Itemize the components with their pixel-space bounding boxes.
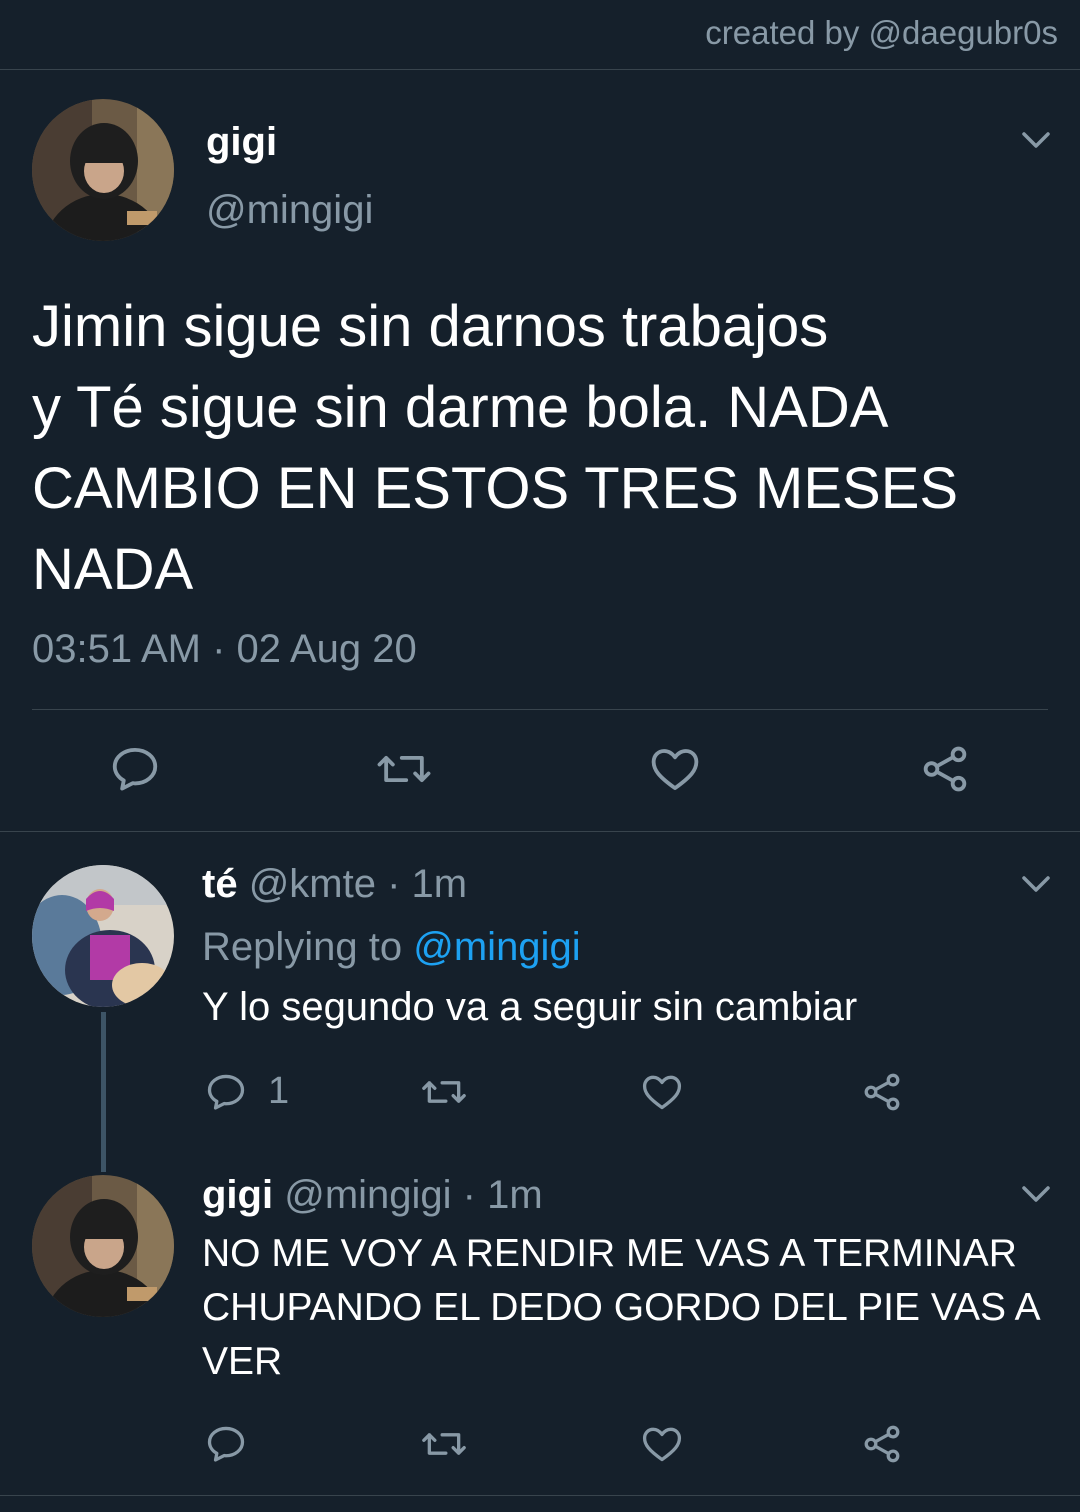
reply1-reply-count: 1 [268, 1070, 290, 1112]
reply1-replying-to: Replying to @mingigi [202, 925, 581, 970]
reply2-handle-time[interactable]: @mingigi · 1m [284, 1173, 542, 1217]
tweet-text-line: VER [202, 1340, 283, 1383]
reply-icon[interactable] [204, 1070, 248, 1114]
avatar-te[interactable] [32, 865, 174, 1007]
tweet-text-line: y Té sigue sin darme bola. NADA [32, 375, 889, 440]
reply2-author-name[interactable]: gigi [202, 1173, 273, 1217]
chevron-down-icon[interactable] [1018, 1176, 1054, 1212]
avatar-gigi[interactable] [32, 99, 174, 241]
like-icon[interactable] [640, 1070, 684, 1114]
main-author-name[interactable]: gigi [206, 120, 277, 165]
share-icon[interactable] [860, 1070, 904, 1114]
main-tweet-timestamp[interactable]: 03:51 AM · 02 Aug 20 [32, 627, 417, 672]
section-divider [0, 831, 1080, 832]
retweet-icon[interactable] [420, 1422, 468, 1466]
tweet-text-line: Jimin sigue sin darnos trabajos [32, 294, 829, 359]
tweet-text-line: NO ME VOY A RENDIR ME VAS A TERMINAR [202, 1232, 1017, 1275]
chevron-down-icon[interactable] [1018, 866, 1054, 902]
reply-icon[interactable] [108, 742, 162, 796]
reply1-handle-time[interactable]: @kmte · 1m [249, 862, 467, 906]
main-author-handle[interactable]: @mingigi [206, 188, 373, 233]
reply2-header: gigi @mingigi · 1m [202, 1173, 543, 1218]
replying-to-handle[interactable]: @mingigi [413, 925, 580, 969]
credit-text: created by @daegubr0s [705, 14, 1058, 51]
bottom-divider [0, 1495, 1080, 1496]
chevron-down-icon[interactable] [1018, 122, 1054, 158]
share-icon[interactable] [918, 742, 972, 796]
reply2-text: NO ME VOY A RENDIR ME VAS A TERMINAR CHU… [202, 1227, 1041, 1389]
reply1-text: Y lo segundo va a seguir sin cambiar [202, 985, 858, 1029]
tweet-text-line: NADA [32, 537, 194, 602]
avatar-gigi[interactable] [32, 1175, 174, 1317]
replying-to-label: Replying to [202, 925, 403, 969]
tweet-text-line: CHUPANDO EL DEDO GORDO DEL PIE VAS A [202, 1286, 1041, 1329]
tweet-text-line: CAMBIO EN ESTOS TRES MESES [32, 456, 959, 521]
header-divider [0, 69, 1080, 70]
retweet-icon[interactable] [420, 1070, 468, 1114]
share-icon[interactable] [860, 1422, 904, 1466]
thread-connector-line [101, 1012, 106, 1172]
main-tweet-text: Jimin sigue sin darnos trabajos y Té sig… [32, 286, 958, 610]
like-icon[interactable] [648, 742, 702, 796]
reply-icon[interactable] [204, 1422, 248, 1466]
reply1-header: té @kmte · 1m [202, 862, 467, 907]
reply1-author-name[interactable]: té [202, 862, 238, 906]
main-tweet-divider [32, 709, 1048, 710]
like-icon[interactable] [640, 1422, 684, 1466]
retweet-icon[interactable] [375, 742, 433, 796]
